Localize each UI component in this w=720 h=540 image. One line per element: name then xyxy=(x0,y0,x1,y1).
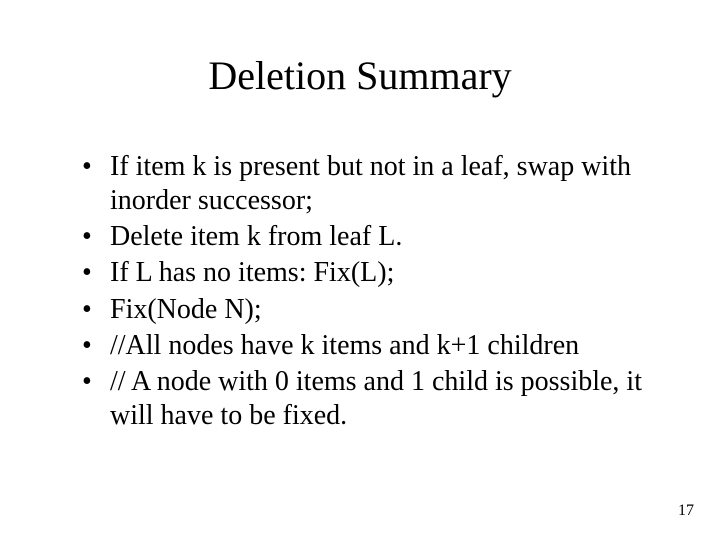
bullet-text: //All nodes have k items and k+1 childre… xyxy=(110,330,579,361)
slide-body: If item k is present but not in a leaf, … xyxy=(78,150,660,435)
list-item: //All nodes have k items and k+1 childre… xyxy=(78,329,660,363)
slide: Deletion Summary If item k is present bu… xyxy=(0,0,720,540)
page-number: 17 xyxy=(678,502,694,520)
bullet-text: // A node with 0 items and 1 child is po… xyxy=(110,366,642,431)
list-item: // A node with 0 items and 1 child is po… xyxy=(78,365,660,433)
bullet-text: If L has no items: Fix(L); xyxy=(110,257,394,288)
bullet-text: Fix(Node N); xyxy=(110,294,262,325)
list-item: If L has no items: Fix(L); xyxy=(78,256,660,290)
bullet-text: If item k is present but not in a leaf, … xyxy=(110,151,631,216)
list-item: Fix(Node N); xyxy=(78,293,660,327)
bullet-text: Delete item k from leaf L. xyxy=(110,221,402,252)
list-item: Delete item k from leaf L. xyxy=(78,220,660,254)
list-item: If item k is present but not in a leaf, … xyxy=(78,150,660,218)
slide-title: Deletion Summary xyxy=(0,52,720,99)
bullet-list: If item k is present but not in a leaf, … xyxy=(78,150,660,433)
